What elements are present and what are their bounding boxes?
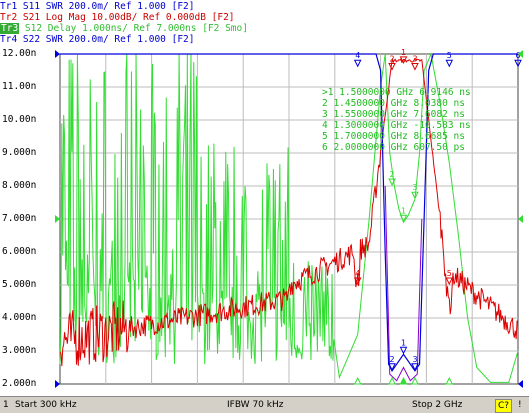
marker-label: 2 bbox=[390, 55, 395, 64]
if-bandwidth[interactable]: IFBW 70 kHz bbox=[227, 399, 283, 411]
trace-header: Tr1 S11 SWR 200.0m/ Ref 1.000 [F2] Tr2 S… bbox=[0, 0, 529, 45]
y-tick-label: 10.00n bbox=[2, 114, 37, 125]
marker-row-4: 4 1.3000000 GHz -10.583 ns bbox=[322, 120, 471, 131]
marker-row-5: 5 1.7000000 GHz 8.6685 ns bbox=[322, 131, 465, 142]
channel-number[interactable]: 1 bbox=[3, 399, 9, 411]
y-tick-label: 2.000n bbox=[2, 378, 37, 389]
marker-label: 3 bbox=[412, 183, 417, 192]
ref-arrow-right-icon bbox=[518, 380, 523, 388]
marker-label: 5 bbox=[447, 51, 452, 60]
marker-row-6: 6 2.0000000 GHz 607.50 ps bbox=[322, 142, 465, 153]
plot-svg: >1 1.5000000 GHz 6.9146 ns 2 1.4500000 G… bbox=[55, 48, 523, 388]
cal-status-badge[interactable]: C? bbox=[495, 399, 513, 413]
marker-row-2: 2 1.4500000 GHz 8.0380 ns bbox=[322, 98, 465, 109]
trace-3-settings: S12 Delay 1.000ns/ Ref 7.000ns [F2 Smo] bbox=[24, 23, 248, 34]
marker-label: 1 bbox=[401, 48, 406, 57]
y-tick-label: 11.00n bbox=[2, 81, 37, 92]
trace-3-label: Tr3 bbox=[0, 23, 20, 34]
marker-label: 5 bbox=[447, 269, 452, 278]
ref-arrow-left-icon bbox=[55, 215, 60, 223]
ref-arrow-left-icon bbox=[55, 380, 60, 388]
y-tick-label: 12.00n bbox=[2, 48, 37, 59]
y-tick-label: 7.000n bbox=[2, 213, 37, 224]
marker-label: 2 bbox=[390, 170, 395, 179]
y-tick-label: 8.000n bbox=[2, 180, 37, 191]
trace-1-label: Tr1 bbox=[0, 1, 18, 12]
marker-row-1: >1 1.5000000 GHz 6.9146 ns bbox=[322, 87, 471, 98]
stop-frequency[interactable]: Stop 2 GHz bbox=[412, 399, 462, 411]
trace-2-settings: S21 Log Mag 10.00dB/ Ref 0.000dB [F2] bbox=[22, 12, 235, 23]
trace-3-row[interactable]: Tr3 S12 Delay 1.000ns/ Ref 7.000ns [F2 S… bbox=[0, 23, 248, 34]
marker-label: 4 bbox=[355, 269, 360, 278]
plot-area[interactable]: 12.00n 11.00n 10.00n 9.000n 8.000n 7.000n 6.00… bbox=[0, 44, 529, 396]
ref-arrow-right-icon bbox=[518, 215, 523, 223]
trace-2-label: Tr2 bbox=[0, 12, 18, 23]
trace-2-row[interactable]: Tr2 S21 Log Mag 10.00dB/ Ref 0.000dB [F2… bbox=[0, 12, 235, 23]
marker-label: 3 bbox=[412, 355, 417, 364]
warning-icon: ! bbox=[518, 400, 522, 410]
y-tick-label: 4.000n bbox=[2, 312, 37, 323]
marker-row-3: 3 1.5500000 GHz 7.6082 ns bbox=[322, 109, 465, 120]
trace-1-settings: S11 SWR 200.0m/ Ref 1.000 [F2] bbox=[22, 1, 195, 12]
marker-label: 2 bbox=[390, 355, 395, 364]
ref-arrow-left-icon bbox=[55, 50, 60, 58]
trace-1-row[interactable]: Tr1 S11 SWR 200.0m/ Ref 1.000 [F2] bbox=[0, 1, 195, 12]
status-bar: 1 Start 300 kHz IFBW 70 kHz Stop 2 GHz C… bbox=[0, 396, 529, 413]
marker-label: 1 bbox=[401, 338, 406, 347]
marker-label: 1 bbox=[401, 206, 406, 215]
marker-label: 4 bbox=[355, 51, 360, 60]
start-frequency[interactable]: Start 300 kHz bbox=[15, 399, 77, 411]
marker-label: 3 bbox=[412, 55, 417, 64]
y-tick-label: 9.000n bbox=[2, 147, 37, 158]
y-tick-label: 5.000n bbox=[2, 279, 37, 290]
y-tick-label: 3.000n bbox=[2, 345, 37, 356]
y-tick-label: 6.000n bbox=[2, 246, 37, 257]
